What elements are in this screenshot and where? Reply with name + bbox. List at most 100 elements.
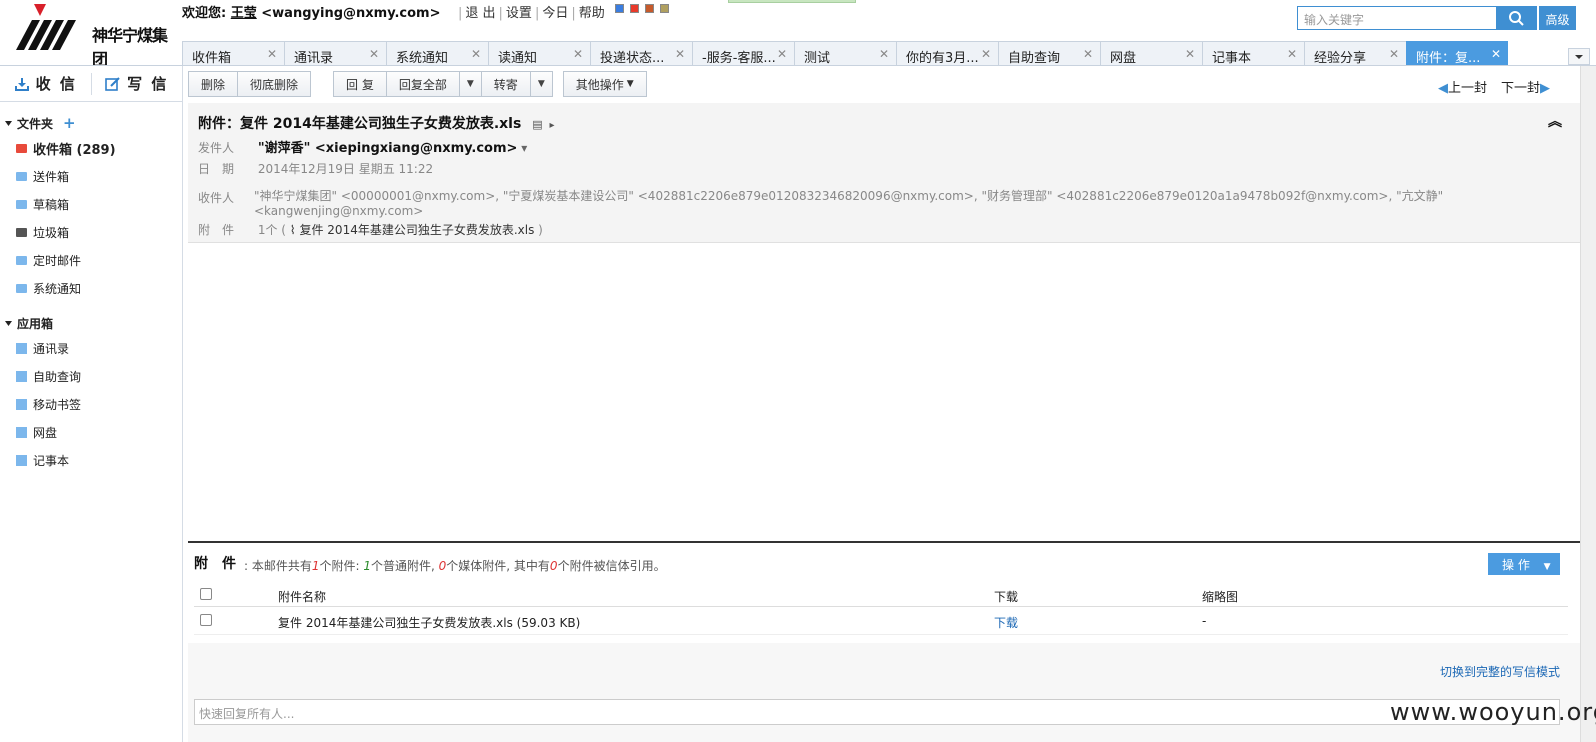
skin-red-icon[interactable] bbox=[630, 4, 639, 13]
sidebar-item-notepad[interactable]: 记事本 bbox=[0, 446, 182, 474]
mail-view: 删除 彻底删除 回 复 回复全部 ▼ 转寄 ▼ 其他操作 ▼ ◀上一封 下一封▶… bbox=[188, 66, 1580, 742]
tab-attachment-mail[interactable]: 附件：复... ✕ bbox=[1406, 41, 1508, 66]
attachments-table-header: 附件名称 下载 缩略图 bbox=[194, 583, 1568, 607]
close-icon[interactable]: ✕ bbox=[1287, 47, 1297, 61]
mail-subject: 附件：复件 2014年基建公司独生子女费发放表.xls ▤ ▸ bbox=[198, 116, 555, 132]
settings-link[interactable]: 设置 bbox=[506, 6, 532, 21]
add-folder-icon[interactable]: + bbox=[63, 114, 76, 132]
close-icon[interactable]: ✕ bbox=[1491, 47, 1501, 61]
user-name-link[interactable]: 王莹 bbox=[231, 6, 257, 21]
trash-folder-icon bbox=[16, 227, 27, 237]
sidebar-item-netdisk[interactable]: 网盘 bbox=[0, 418, 182, 446]
sidebar-item-self-query[interactable]: 自助查询 bbox=[0, 362, 182, 390]
reply-all-dropdown[interactable]: ▼ bbox=[459, 71, 482, 97]
sidebar-item-inbox[interactable]: 收件箱 (289) bbox=[0, 134, 182, 162]
tab-experience[interactable]: 经验分享 ✕ bbox=[1304, 41, 1406, 66]
close-icon[interactable]: ✕ bbox=[879, 47, 889, 61]
delete-permanent-button[interactable]: 彻底删除 bbox=[238, 71, 312, 97]
tab-inbox[interactable]: 收件箱 ✕ bbox=[182, 41, 284, 66]
sidebar-item-system-notice[interactable]: 系统通知 bbox=[0, 274, 182, 302]
reply-button[interactable]: 回 复 bbox=[333, 71, 387, 97]
tab-contacts[interactable]: 通讯录 ✕ bbox=[284, 41, 386, 66]
search-input[interactable]: 输入关键字 bbox=[1297, 6, 1497, 30]
tab-system-notice[interactable]: 系统通知 ✕ bbox=[386, 41, 488, 66]
close-icon[interactable]: ✕ bbox=[1389, 47, 1399, 61]
app-icon bbox=[16, 398, 27, 410]
next-mail-link[interactable]: 下一封▶ bbox=[1501, 77, 1550, 96]
skin-blue-icon[interactable] bbox=[615, 4, 624, 13]
sender-value[interactable]: "谢萍香" <xiepingxiang@nxmy.com> bbox=[258, 141, 518, 156]
mail-header: 附件：复件 2014年基建公司独生子女费发放表.xls ▤ ▸ ︽ 发件人 "谢… bbox=[188, 103, 1580, 243]
forward-dropdown[interactable]: ▼ bbox=[530, 71, 553, 97]
caret-down-icon bbox=[5, 320, 12, 326]
tab-service[interactable]: -服务-客服... ✕ bbox=[692, 41, 794, 66]
skin-orange-icon[interactable] bbox=[645, 4, 654, 13]
tab-bar: 收件箱 ✕ 通讯录 ✕ 系统通知 ✕ 读通知 ✕ 投递状态... ✕ -服务-客服... ✕… bbox=[182, 41, 1508, 66]
notice-bar bbox=[728, 0, 856, 3]
sidebar-item-contacts[interactable]: 通讯录 bbox=[0, 334, 182, 362]
download-link[interactable]: 下载 bbox=[994, 614, 1018, 631]
close-icon[interactable]: ✕ bbox=[981, 47, 991, 61]
collapse-icon[interactable]: ︽ bbox=[1548, 111, 1562, 131]
today-link[interactable]: 今日 bbox=[542, 6, 568, 21]
delete-button[interactable]: 删除 bbox=[188, 71, 239, 97]
tab-test[interactable]: 测试 ✕ bbox=[794, 41, 896, 66]
close-icon[interactable]: ✕ bbox=[1083, 47, 1093, 61]
logo-mark-icon bbox=[16, 4, 76, 50]
reply-all-button[interactable]: 回复全部 bbox=[386, 71, 460, 97]
sidebar-item-drafts[interactable]: 草稿箱 bbox=[0, 190, 182, 218]
tab-self-query[interactable]: 自助查询 ✕ bbox=[998, 41, 1100, 66]
sidebar-item-scheduled[interactable]: 定时邮件 bbox=[0, 246, 182, 274]
close-icon[interactable]: ✕ bbox=[471, 47, 481, 61]
tab-netdisk[interactable]: 网盘 ✕ bbox=[1100, 41, 1202, 66]
sidebar-item-bookmarks[interactable]: 移动书签 bbox=[0, 390, 182, 418]
other-ops-button[interactable]: 其他操作 ▼ bbox=[562, 71, 647, 97]
receive-button[interactable]: 收 信 bbox=[0, 73, 91, 94]
note-icon[interactable]: ▤ bbox=[532, 118, 542, 131]
help-link[interactable]: 帮助 bbox=[579, 6, 605, 21]
folder-icon bbox=[16, 171, 27, 181]
tab-read-notice[interactable]: 读通知 ✕ bbox=[488, 41, 590, 66]
advanced-search-button[interactable]: 高级 bbox=[1539, 6, 1576, 30]
sidebar-item-trash[interactable]: 垃圾箱 bbox=[0, 218, 182, 246]
caret-down-icon bbox=[5, 120, 12, 126]
scrollbar[interactable] bbox=[1580, 66, 1596, 742]
logout-link[interactable]: 退 出 bbox=[465, 6, 495, 21]
tab-dropdown[interactable] bbox=[1568, 48, 1590, 65]
flag-icon[interactable]: ▸ bbox=[549, 120, 554, 131]
full-compose-link[interactable]: 切换到完整的写信模式 bbox=[1440, 663, 1560, 680]
prev-mail-link[interactable]: ◀上一封 bbox=[1438, 77, 1487, 96]
tab-notepad[interactable]: 记事本 ✕ bbox=[1202, 41, 1304, 66]
watermark: www.wooyun.org bbox=[1390, 698, 1596, 726]
date-value: 2014年12月19日 星期五 11:22 bbox=[257, 162, 434, 176]
attachment-ops-button[interactable]: 操 作 ▼ bbox=[1488, 553, 1560, 575]
close-icon[interactable]: ✕ bbox=[369, 47, 379, 61]
caret-down-icon[interactable]: ▾ bbox=[521, 141, 527, 155]
skin-switcher bbox=[615, 4, 669, 13]
quick-reply-input[interactable]: 快速回复所有人... bbox=[194, 699, 1560, 725]
recipients-value: "神华宁煤集团" <00000001@nxmy.com>, "宁夏煤炭基本建设公… bbox=[254, 189, 1444, 218]
skin-olive-icon[interactable] bbox=[660, 4, 669, 13]
tab-message[interactable]: 你的有3月... ✕ bbox=[896, 41, 998, 66]
mail-toolbar: 删除 彻底删除 回 复 回复全部 ▼ 转寄 ▼ 其他操作 ▼ ◀上一封 下一封▶ bbox=[188, 66, 1580, 102]
close-icon[interactable]: ✕ bbox=[777, 47, 787, 61]
apps-section-title[interactable]: 应用箱 bbox=[0, 302, 182, 334]
folders-section-title[interactable]: 文件夹 + bbox=[0, 102, 182, 134]
company-logo[interactable]: 神华宁煤集团 bbox=[12, 2, 172, 69]
date-row: 日 期 2014年12月19日 星期五 11:22 bbox=[198, 162, 434, 176]
select-all-checkbox[interactable] bbox=[200, 588, 212, 600]
app-icon bbox=[16, 342, 27, 354]
close-icon[interactable]: ✕ bbox=[1185, 47, 1195, 61]
attachments-summary: : 本邮件共有1个附件: 1个普通附件, 0个媒体附件, 其中有0个附件被信体引… bbox=[244, 559, 666, 573]
sidebar-item-sent[interactable]: 送件箱 bbox=[0, 162, 182, 190]
tab-delivery-status[interactable]: 投递状态... ✕ bbox=[590, 41, 692, 66]
search-button[interactable] bbox=[1497, 6, 1537, 30]
attachment-link[interactable]: 复件 2014年基建公司独生子女费发放表.xls bbox=[299, 223, 534, 237]
close-icon[interactable]: ✕ bbox=[267, 47, 277, 61]
write-button[interactable]: 写 信 bbox=[90, 72, 183, 95]
close-icon[interactable]: ✕ bbox=[675, 47, 685, 61]
close-icon[interactable]: ✕ bbox=[573, 47, 583, 61]
attachments-panel: 附 件 : 本邮件共有1个附件: 1个普通附件, 0个媒体附件, 其中有0个附件… bbox=[188, 541, 1580, 641]
forward-button[interactable]: 转寄 bbox=[481, 71, 531, 97]
row-checkbox[interactable] bbox=[200, 614, 212, 626]
